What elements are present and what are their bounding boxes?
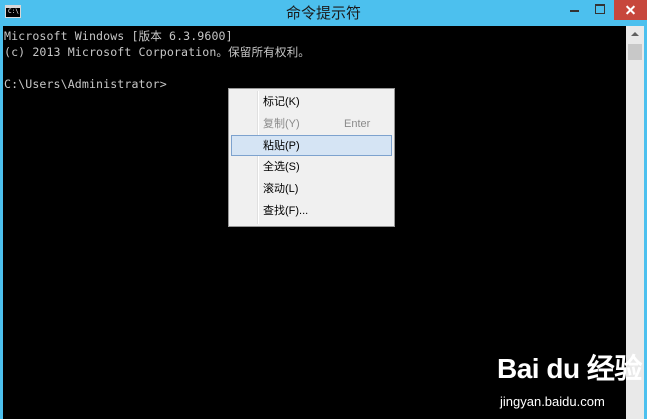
baidu-jingyan-watermark: Bai du 经验 jingyan.baidu.com <box>497 346 642 416</box>
window-title: 命令提示符 <box>285 4 361 22</box>
console-line-version: Microsoft Windows [版本 6.3.9600] <box>4 29 233 43</box>
menu-item-copy: 复制(Y) Enter <box>231 114 392 135</box>
menu-item-paste[interactable]: 粘贴(P) <box>231 135 392 156</box>
maximize-button[interactable] <box>588 0 613 20</box>
menu-item-label: 粘贴(P) <box>263 140 300 152</box>
scroll-up-arrow-icon[interactable] <box>626 26 644 43</box>
title-bar[interactable]: C:\ 命令提示符 <box>0 0 647 26</box>
menu-item-scroll[interactable]: 滚动(L) <box>231 179 392 200</box>
menu-item-label: 复制(Y) <box>263 118 300 130</box>
minimize-button[interactable] <box>562 0 587 20</box>
cmd-window: C:\ 命令提示符 Microsoft Windows [版本 6.3.9600… <box>0 0 647 419</box>
console-prompt: C:\Users\Administrator> <box>4 77 167 91</box>
menu-item-label: 全选(S) <box>263 161 300 173</box>
watermark-logo: Bai du 经验 <box>497 353 642 384</box>
menu-item-label: 滚动(L) <box>263 183 299 195</box>
menu-item-find[interactable]: 查找(F)... <box>231 201 392 222</box>
console-line-copyright: (c) 2013 Microsoft Corporation。保留所有权利。 <box>4 45 310 59</box>
context-menu: 标记(K) 复制(Y) Enter 粘贴(P) 全选(S) 滚动(L) 查找(F… <box>228 88 395 227</box>
watermark-url: jingyan.baidu.com <box>500 394 605 409</box>
menu-item-select-all[interactable]: 全选(S) <box>231 157 392 178</box>
menu-item-shortcut: Enter <box>344 118 371 130</box>
scroll-thumb[interactable] <box>628 44 642 60</box>
menu-item-mark[interactable]: 标记(K) <box>231 92 392 113</box>
close-button[interactable] <box>614 0 647 20</box>
menu-item-label: 查找(F)... <box>263 205 309 217</box>
menu-item-label: 标记(K) <box>263 96 300 108</box>
